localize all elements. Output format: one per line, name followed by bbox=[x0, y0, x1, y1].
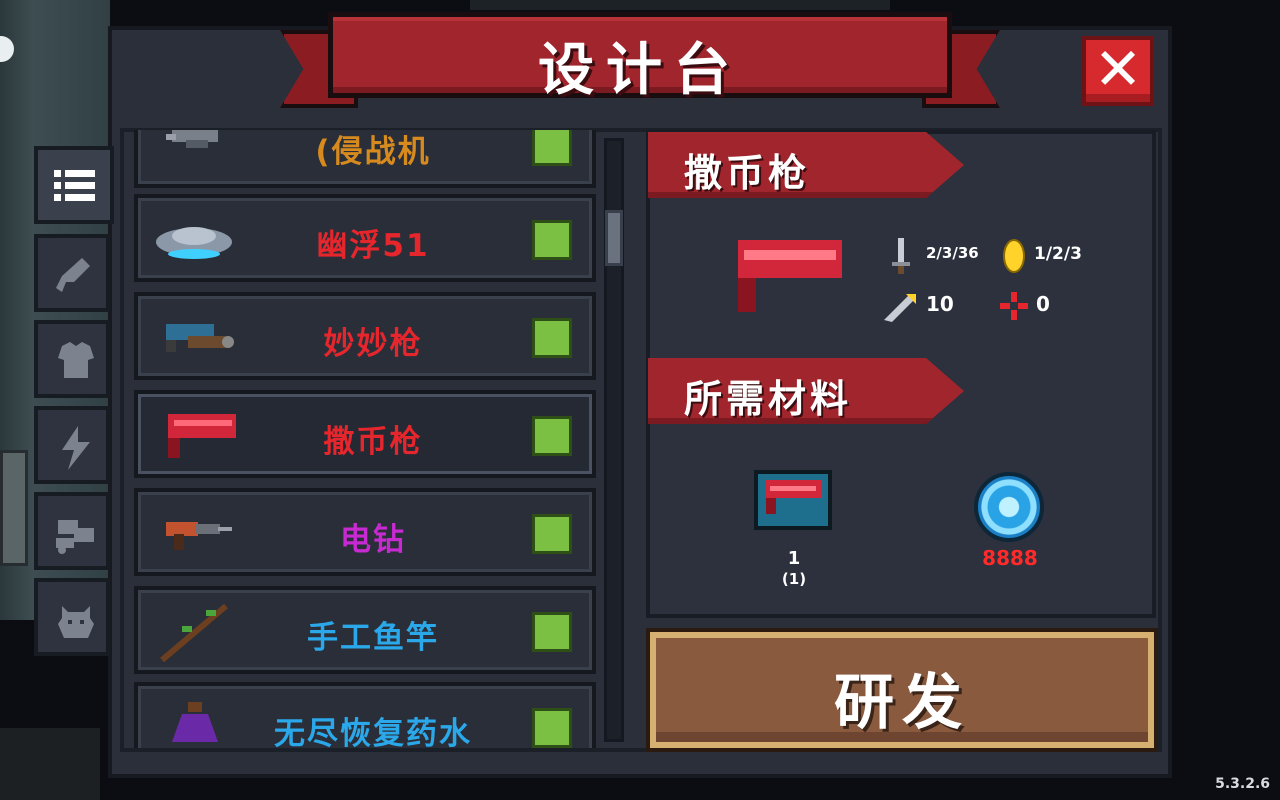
tab-all[interactable] bbox=[34, 146, 114, 224]
energy-value: 1/2/3 bbox=[1034, 244, 1082, 264]
gun-icon bbox=[56, 258, 90, 292]
list-item[interactable]: 电钻 bbox=[134, 488, 596, 576]
list-item[interactable]: 无尽恢复药水 bbox=[134, 682, 596, 748]
material-blueprint[interactable] bbox=[754, 470, 832, 530]
vehicle-icon bbox=[56, 520, 94, 554]
crit-icon bbox=[880, 290, 918, 328]
research-button[interactable]: 研发 bbox=[650, 632, 1154, 748]
item-name: 幽浮51 bbox=[316, 228, 430, 264]
hammer-icon bbox=[532, 416, 572, 456]
materials-title-banner: 所需材料 bbox=[648, 358, 964, 424]
item-name: 手工鱼竿 bbox=[307, 620, 439, 656]
close-button[interactable]: ✕ bbox=[1082, 36, 1154, 106]
ufo-icon bbox=[152, 208, 236, 270]
hammer-icon bbox=[532, 514, 572, 554]
material-count: 1 bbox=[787, 548, 801, 569]
blueprint-icon bbox=[766, 480, 822, 514]
background-floor bbox=[0, 728, 100, 800]
tab-pets[interactable] bbox=[34, 578, 110, 656]
version-label: 5.3.2.6 bbox=[1215, 776, 1270, 792]
hammer-icon bbox=[532, 130, 572, 166]
fishing-rod-icon bbox=[152, 600, 236, 663]
hammer-icon bbox=[532, 708, 572, 748]
drill-icon bbox=[152, 502, 236, 564]
item-name: (侵战机 bbox=[315, 134, 431, 170]
potion-icon bbox=[152, 696, 236, 748]
weapon-preview-icon bbox=[736, 238, 846, 322]
list-icon bbox=[54, 170, 95, 201]
tab-armor[interactable] bbox=[34, 320, 110, 398]
crit-value: 10 bbox=[926, 292, 954, 316]
weapon-title-banner: 撒币枪 bbox=[648, 132, 964, 198]
damage-value: 2/3/36 bbox=[926, 244, 979, 262]
list-item-selected[interactable]: 撒币枪 bbox=[134, 390, 596, 478]
hammer-icon bbox=[532, 318, 572, 358]
tab-vehicles[interactable] bbox=[34, 492, 110, 570]
research-label: 研发 bbox=[834, 668, 970, 738]
tab-weapons[interactable] bbox=[34, 234, 110, 312]
list-item[interactable]: 妙妙枪 bbox=[134, 292, 596, 380]
item-name: 妙妙枪 bbox=[323, 326, 423, 362]
background-machine bbox=[0, 450, 28, 566]
title-banner: 设计台 bbox=[280, 8, 1000, 112]
page-title: 设计台 bbox=[538, 38, 742, 103]
spread-value: 0 bbox=[1036, 292, 1050, 316]
material-owned: (1) bbox=[781, 570, 807, 588]
sword-icon bbox=[888, 236, 914, 280]
gem-icon bbox=[974, 472, 1044, 542]
item-name: 撒币枪 bbox=[323, 424, 423, 460]
spread-icon bbox=[998, 290, 1030, 326]
cat-gun-icon bbox=[152, 306, 236, 368]
gem-cost: 8888 bbox=[982, 546, 1038, 570]
blueprint-list[interactable]: (侵战机 幽浮51 妙妙枪 撒币枪 电钻 手工鱼竿 无尽恢复药水 bbox=[126, 130, 600, 748]
hammer-icon bbox=[532, 220, 572, 260]
pet-icon bbox=[58, 606, 94, 638]
list-scroll-thumb[interactable] bbox=[605, 210, 623, 266]
energy-icon bbox=[1002, 238, 1026, 278]
armor-icon bbox=[58, 342, 94, 378]
materials-title: 所需材料 bbox=[684, 377, 853, 421]
hammer-icon bbox=[532, 612, 572, 652]
close-icon: ✕ bbox=[1093, 35, 1143, 103]
tab-skills[interactable] bbox=[34, 406, 110, 484]
coin-gun-icon bbox=[152, 404, 238, 466]
list-item[interactable]: (侵战机 bbox=[134, 130, 596, 188]
list-item[interactable]: 手工鱼竿 bbox=[134, 586, 596, 674]
item-name: 电钻 bbox=[340, 522, 406, 558]
list-item[interactable]: 幽浮51 bbox=[134, 194, 596, 282]
item-name: 无尽恢复药水 bbox=[274, 716, 472, 748]
weapon-title: 撒币枪 bbox=[684, 151, 811, 195]
fighter-jet-icon bbox=[152, 130, 236, 176]
lightning-icon bbox=[62, 426, 90, 470]
